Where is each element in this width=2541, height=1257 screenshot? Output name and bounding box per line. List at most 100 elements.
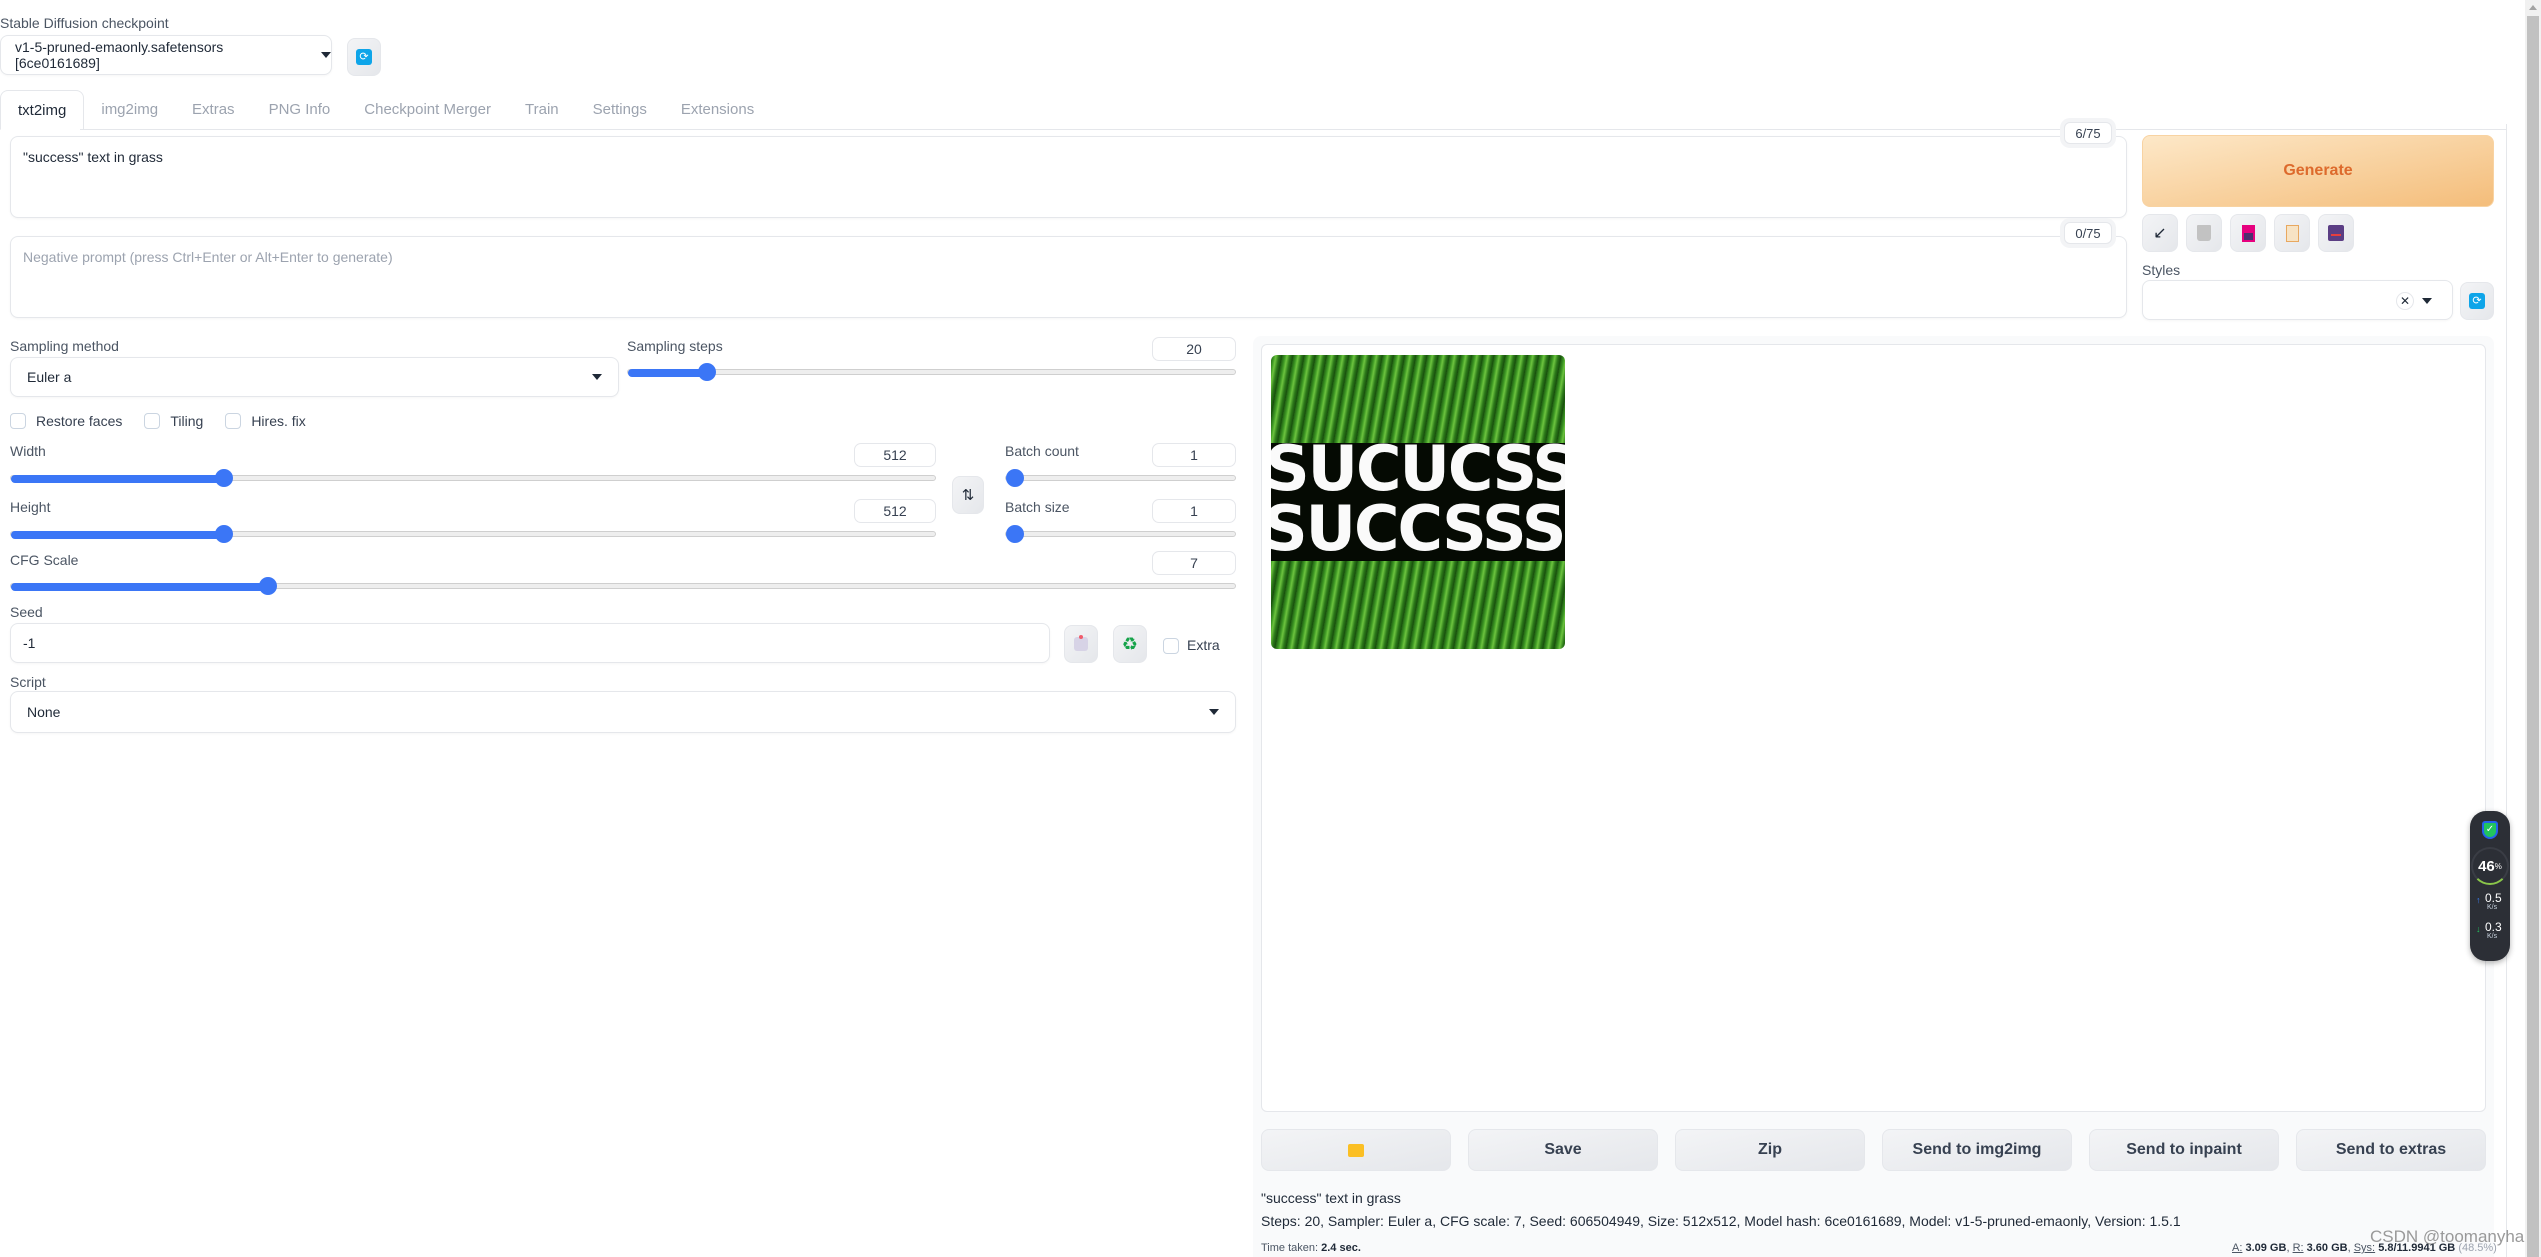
clipboard-icon — [2285, 224, 2299, 242]
slider-thumb[interactable] — [214, 469, 233, 487]
height-label: Height — [10, 499, 51, 515]
slider-thumb[interactable] — [214, 525, 233, 543]
batch-count-label: Batch count — [1005, 443, 1079, 459]
sampling-steps-input[interactable]: 20 — [1152, 337, 1236, 361]
tiling-checkbox[interactable] — [144, 413, 161, 429]
extra-seed-checkbox[interactable] — [1163, 638, 1179, 654]
refresh-styles-button[interactable]: ⟳ — [2460, 282, 2494, 320]
extra-networks-button[interactable] — [2230, 214, 2266, 252]
open-folder-button[interactable] — [1261, 1129, 1451, 1171]
tab-settings[interactable]: Settings — [576, 90, 664, 130]
seed-input[interactable]: -1 — [10, 623, 1050, 663]
slider-thumb[interactable] — [259, 577, 278, 595]
tab-txt2img[interactable]: txt2img — [0, 90, 85, 130]
prompt-textarea[interactable]: "success" text in grass — [10, 136, 2127, 218]
cpu-percent-sign: % — [2494, 861, 2502, 871]
batch-count-slider[interactable] — [1005, 469, 1236, 487]
hires-fix-label: Hires. fix — [251, 413, 306, 429]
slider-thumb[interactable] — [1006, 469, 1024, 487]
send-to-extras-button[interactable]: Send to extras — [2296, 1129, 2486, 1171]
seed-value: -1 — [23, 635, 36, 651]
apply-arrow-icon: ↙ — [2153, 225, 2167, 242]
slider-fill — [11, 475, 224, 483]
panel-right-border — [2506, 124, 2507, 1257]
tab-img2img[interactable]: img2img — [84, 90, 175, 130]
chevron-down-icon — [2422, 298, 2432, 304]
generated-image[interactable]: SUCUCSS SUCCSSS — [1271, 355, 1565, 649]
height-slider[interactable] — [10, 525, 936, 543]
vram-r-label: R: — [2292, 1242, 2304, 1254]
save-style-button[interactable] — [2318, 214, 2354, 252]
tab-divider — [80, 129, 2507, 130]
tab-png-info[interactable]: PNG Info — [252, 90, 348, 130]
cfg-scale-slider[interactable] — [10, 577, 1236, 595]
batch-count-input[interactable]: 1 — [1152, 443, 1236, 467]
prompt-text: "success" text in grass — [23, 149, 163, 165]
checkpoint-dropdown[interactable]: v1-5-pruned-emaonly.safetensors [6ce0161… — [0, 35, 332, 75]
checkpoint-label: Stable Diffusion checkpoint — [0, 15, 169, 31]
trash-icon — [2197, 225, 2211, 241]
swap-arrows-icon: ⇅ — [961, 487, 975, 504]
vram-a-value: 3.09 GB — [2245, 1242, 2287, 1254]
script-label: Script — [10, 674, 46, 690]
dice-icon — [1074, 635, 1088, 651]
batch-size-label: Batch size — [1005, 499, 1070, 515]
scrollbar[interactable] — [2525, 0, 2541, 1257]
tiling-label: Tiling — [170, 413, 204, 429]
send-to-img2img-button[interactable]: Send to img2img — [1882, 1129, 2072, 1171]
refresh-icon: ⟳ — [2469, 293, 2485, 309]
tab-train[interactable]: Train — [508, 90, 576, 130]
negative-prompt-textarea[interactable]: Negative prompt (press Ctrl+Enter or Alt… — [10, 236, 2127, 318]
slider-thumb[interactable] — [1006, 525, 1024, 543]
sampling-steps-label: Sampling steps — [627, 338, 723, 354]
width-slider[interactable] — [10, 469, 936, 487]
send-to-inpaint-button[interactable]: Send to inpaint — [2089, 1129, 2279, 1171]
tab-extras[interactable]: Extras — [175, 90, 252, 130]
download-unit: K/s — [2487, 933, 2498, 940]
tab-extensions[interactable]: Extensions — [664, 90, 771, 130]
slider-fill — [11, 583, 269, 591]
width-input[interactable]: 512 — [854, 443, 936, 467]
height-input[interactable]: 512 — [854, 499, 936, 523]
prompt-tools: ↙ — [2142, 214, 2354, 252]
recycle-icon: ♻ — [1121, 633, 1139, 654]
batch-size-input[interactable]: 1 — [1152, 499, 1236, 523]
script-dropdown[interactable]: None — [10, 691, 1236, 733]
sampling-steps-slider[interactable] — [627, 363, 1236, 381]
scroll-up-arrow-icon[interactable] — [2529, 5, 2537, 10]
restore-faces-checkbox[interactable] — [10, 413, 26, 429]
download-arrow-icon: ↓ — [2476, 924, 2481, 934]
swap-dimensions-button[interactable]: ⇅ — [952, 476, 984, 514]
seed-label: Seed — [10, 604, 43, 620]
upload-unit: K/s — [2487, 904, 2498, 911]
slider-fill — [628, 369, 707, 377]
folder-icon — [1348, 1143, 1364, 1157]
slider-thumb[interactable] — [697, 363, 716, 381]
zip-button[interactable]: Zip — [1675, 1129, 1865, 1171]
network-monitor-widget[interactable]: ✓ 46% ↑ 0.5 K/s ↓ 0.3 K/s — [2470, 811, 2510, 961]
upload-arrow-icon: ↑ — [2476, 895, 2481, 905]
styles-dropdown[interactable]: ✕ — [2142, 280, 2453, 320]
hires-fix-checkbox[interactable] — [225, 413, 242, 429]
clear-styles-icon[interactable]: ✕ — [2396, 292, 2414, 310]
clear-prompt-button[interactable] — [2186, 214, 2222, 252]
chevron-down-icon — [321, 52, 331, 58]
shield-check-icon: ✓ — [2482, 821, 2498, 839]
scrollbar-thumb[interactable] — [2527, 16, 2539, 1257]
apply-styles-button[interactable]: ↙ — [2142, 214, 2178, 252]
save-button[interactable]: Save — [1468, 1129, 1658, 1171]
paste-params-button[interactable] — [2274, 214, 2310, 252]
extra-seed-label: Extra — [1187, 637, 1220, 653]
reuse-seed-button[interactable]: ♻ — [1113, 625, 1147, 663]
random-seed-button[interactable] — [1064, 625, 1098, 663]
batch-size-slider[interactable] — [1005, 525, 1236, 543]
tab-checkpoint-merger[interactable]: Checkpoint Merger — [347, 90, 508, 130]
cfg-scale-label: CFG Scale — [10, 552, 79, 568]
generate-button[interactable]: Generate — [2142, 135, 2494, 207]
sampling-method-dropdown[interactable]: Euler a — [10, 357, 619, 397]
refresh-checkpoint-button[interactable]: ⟳ — [347, 38, 381, 76]
slider-fill — [11, 531, 224, 539]
cfg-scale-input[interactable]: 7 — [1152, 551, 1236, 575]
cpu-gauge: 46% — [2471, 847, 2509, 885]
time-taken-value: 2.4 sec. — [1321, 1242, 1361, 1254]
